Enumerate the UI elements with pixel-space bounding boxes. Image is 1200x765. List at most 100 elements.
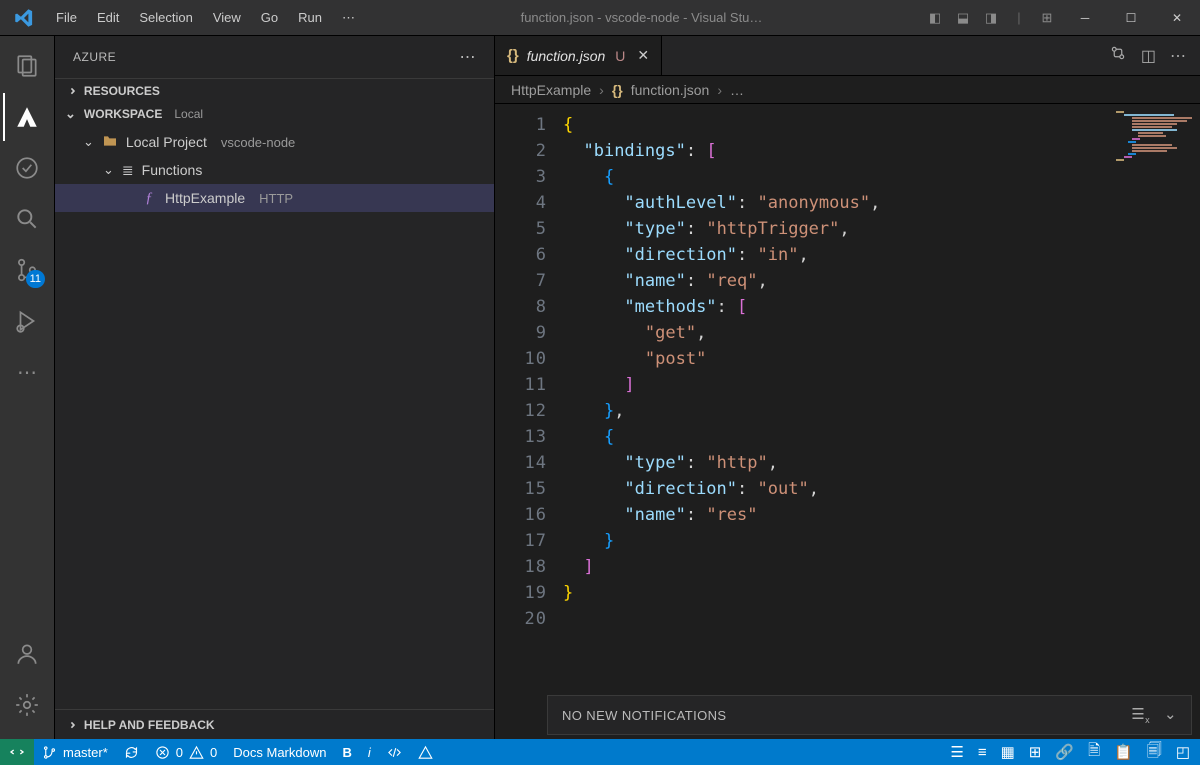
window-controls: ─ ☐ ✕ [1062, 0, 1200, 36]
chevron-down-icon: ⌄ [103, 162, 114, 178]
code-area[interactable]: { "bindings": [ { "authLevel": "anonymou… [563, 104, 1200, 695]
status-errors: 0 [176, 745, 183, 760]
menu-bar: File Edit Selection View Go Run ⋯ [48, 6, 363, 30]
list-icon[interactable]: ☰ [950, 743, 963, 761]
activity-more[interactable]: ⋯ [3, 348, 51, 396]
section-workspace[interactable]: ⌄ WORKSPACE Local [55, 102, 494, 126]
json-icon: {} [612, 82, 623, 98]
status-italic[interactable]: i [360, 739, 379, 765]
tree-label: Functions [142, 162, 203, 178]
status-sync[interactable] [116, 739, 147, 765]
sidebar-title: AZURE [73, 50, 116, 64]
section-help-label: HELP AND FEEDBACK [84, 718, 215, 732]
editor-group: {} function.json U ✕ ◫ ⋯ HttpExample › {… [495, 36, 1200, 739]
close-button[interactable]: ✕ [1154, 0, 1200, 36]
notifications-text: NO NEW NOTIFICATIONS [562, 708, 726, 723]
tree-functions[interactable]: ⌄ ≣ Functions [55, 156, 494, 184]
title-layout-actions: ◧ ⬓ ◨ | ⊞ [920, 10, 1062, 26]
table-icon[interactable]: ▦ [1001, 743, 1015, 761]
notifications-panel[interactable]: NO NEW NOTIFICATIONS ☰x ⌄ [547, 695, 1192, 735]
breadcrumb-folder[interactable]: HttpExample [511, 82, 591, 98]
layout-icon[interactable]: ⊞ [1038, 10, 1056, 26]
breadcrumb-tail[interactable]: … [730, 82, 744, 98]
activity-azure[interactable] [3, 93, 51, 141]
compare-icon[interactable] [1109, 44, 1127, 67]
tree-local-project[interactable]: ⌄ Local Project vscode-node [55, 128, 494, 156]
chevron-down-icon: ⌄ [65, 106, 76, 122]
status-branch-name: master* [63, 745, 108, 760]
menu-edit[interactable]: Edit [89, 6, 127, 30]
unordered-list-icon[interactable]: ≡ [978, 744, 987, 761]
activity-search[interactable] [3, 195, 51, 243]
main: 11 ⋯ AZURE ⋯ ⌄ RESOURCES ⌄ WOR [0, 36, 1200, 739]
file-icon[interactable]: 🗎 [1088, 740, 1100, 765]
tree-label: HttpExample [165, 190, 245, 206]
menu-selection[interactable]: Selection [131, 6, 200, 30]
titlebar: File Edit Selection View Go Run ⋯ functi… [0, 0, 1200, 36]
minimize-button[interactable]: ─ [1062, 0, 1108, 36]
close-tab-icon[interactable]: ✕ [637, 47, 649, 64]
chevron-down-icon: ⌄ [83, 134, 94, 150]
activity-run-debug[interactable] [3, 297, 51, 345]
window-icon[interactable]: ◰ [1176, 743, 1190, 761]
tab-actions: ◫ ⋯ [1095, 36, 1200, 75]
layout-divider: | [1010, 10, 1028, 26]
document-icon[interactable]: 🗐 [1147, 740, 1162, 765]
activity-bar: 11 ⋯ [0, 36, 55, 739]
sidebar: AZURE ⋯ ⌄ RESOURCES ⌄ WORKSPACE Local ⌄ … [55, 36, 495, 739]
remote-indicator[interactable] [0, 739, 34, 765]
list-icon: ≣ [122, 162, 134, 179]
status-warnings: 0 [210, 745, 217, 760]
status-code-icon[interactable] [379, 739, 410, 765]
vscode-logo [0, 8, 48, 28]
breadcrumb-file[interactable]: function.json [631, 82, 710, 98]
status-bold[interactable]: B [334, 739, 359, 765]
menu-more[interactable]: ⋯ [334, 6, 363, 30]
status-bar: master* 0 0 Docs Markdown B i ☰ ≡ ▦ ⊞ 🔗 … [0, 739, 1200, 765]
editor[interactable]: 1234567891011121314151617181920 { "bindi… [495, 104, 1200, 695]
clipboard-icon[interactable]: 📋 [1114, 743, 1133, 761]
panel-right-icon[interactable]: ◨ [982, 10, 1000, 26]
section-resources[interactable]: ⌄ RESOURCES [55, 78, 494, 102]
json-icon: {} [507, 47, 519, 64]
activity-source-control[interactable]: 11 [3, 246, 51, 294]
section-workspace-hint: Local [174, 107, 203, 121]
section-help[interactable]: ⌄ HELP AND FEEDBACK [55, 709, 494, 739]
tab-function-json[interactable]: {} function.json U ✕ [495, 36, 662, 75]
menu-run[interactable]: Run [290, 6, 330, 30]
add-icon[interactable]: ⊞ [1029, 743, 1042, 761]
panel-bottom-icon[interactable]: ⬓ [954, 10, 972, 26]
chevron-right-icon: ⌄ [62, 85, 78, 96]
link-icon[interactable]: 🔗 [1055, 743, 1074, 761]
activity-accounts[interactable] [3, 630, 51, 678]
status-branch[interactable]: master* [34, 739, 116, 765]
sidebar-more-icon[interactable]: ⋯ [460, 47, 477, 67]
clear-notifications-icon[interactable]: ☰x [1131, 705, 1150, 725]
activity-settings[interactable] [3, 681, 51, 729]
activity-explorer[interactable] [3, 42, 51, 90]
maximize-button[interactable]: ☐ [1108, 0, 1154, 36]
status-docs[interactable]: Docs Markdown [225, 739, 334, 765]
tab-more-icon[interactable]: ⋯ [1170, 46, 1186, 66]
activity-testing[interactable] [3, 144, 51, 192]
status-warning-icon[interactable] [410, 739, 441, 765]
panel-left-icon[interactable]: ◧ [926, 10, 944, 26]
menu-file[interactable]: File [48, 6, 85, 30]
tree-label-hint: vscode-node [221, 135, 295, 150]
line-numbers: 1234567891011121314151617181920 [495, 104, 563, 695]
function-icon: ƒ [141, 190, 157, 207]
collapse-notifications-icon[interactable]: ⌄ [1164, 705, 1177, 725]
status-right-icons: ☰ ≡ ▦ ⊞ 🔗 🗎 📋 🗐 ◰ [940, 740, 1200, 765]
tree-label: Local Project [126, 134, 207, 150]
menu-go[interactable]: Go [253, 6, 286, 30]
menu-view[interactable]: View [205, 6, 249, 30]
chevron-right-icon: ⌄ [62, 719, 78, 730]
sidebar-header: AZURE ⋯ [55, 36, 494, 78]
split-editor-icon[interactable]: ◫ [1141, 46, 1156, 66]
breadcrumb[interactable]: HttpExample › {} function.json › … [495, 76, 1200, 104]
tree-http-example[interactable]: ƒ HttpExample HTTP [55, 184, 494, 212]
tab-label: function.json [527, 48, 606, 64]
scm-badge: 11 [26, 270, 45, 288]
status-problems[interactable]: 0 0 [147, 739, 225, 765]
section-workspace-label: WORKSPACE [84, 107, 162, 121]
